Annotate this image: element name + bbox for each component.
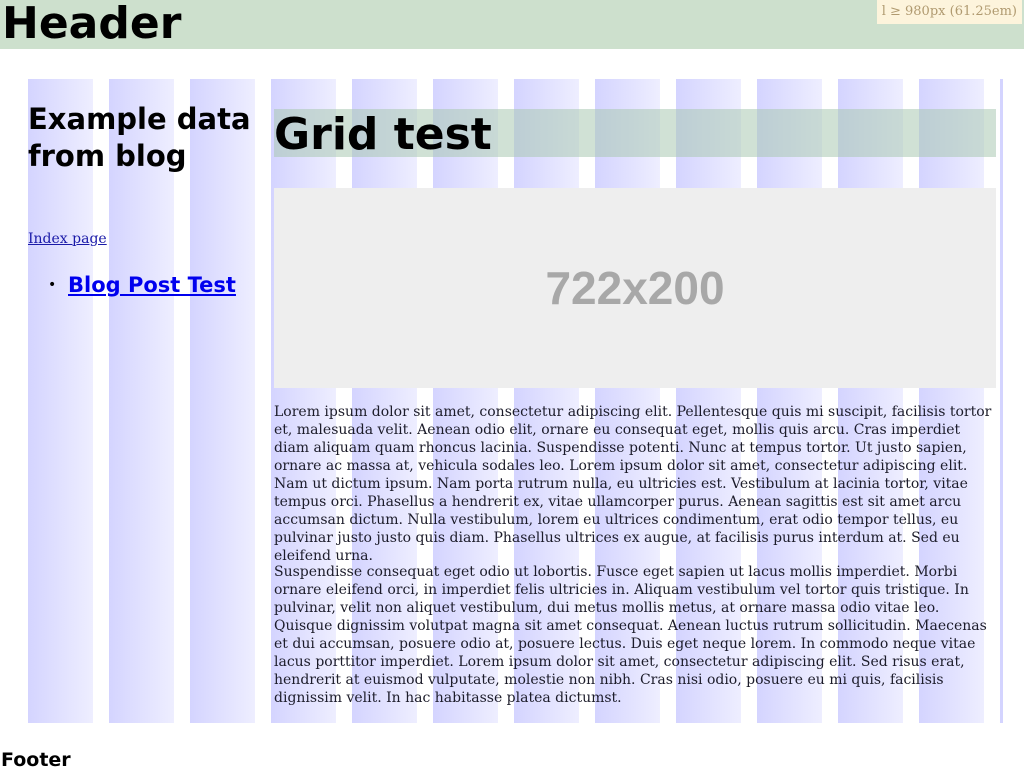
sidebar-title: Example data from blog [28, 102, 251, 173]
image-placeholder: 722x200 [274, 188, 996, 388]
body-paragraph: Lorem ipsum dolor sit amet, consectetur … [274, 404, 992, 564]
bullet-icon: • [48, 277, 57, 293]
site-header: Header l ≥ 980px (61.25em) [0, 0, 1024, 49]
header-title: Header [2, 0, 182, 49]
grid-right-edge [1000, 79, 1003, 723]
site-footer: Footer [1, 749, 71, 771]
page-title: Grid test [274, 109, 492, 160]
post-list: • Blog Post Test [28, 271, 236, 299]
image-placeholder-label: 722x200 [545, 262, 725, 314]
page: Header l ≥ 980px (61.25em) Example data … [0, 0, 1024, 773]
breakpoint-badge: l ≥ 980px (61.25em) [876, 0, 1022, 24]
blog-post-link[interactable]: Blog Post Test [68, 273, 236, 297]
list-item: • Blog Post Test [28, 271, 236, 299]
index-page-link[interactable]: Index page [28, 231, 107, 247]
grid-column [109, 79, 174, 723]
body-paragraph: Suspendisse consequat eget odio ut lobor… [274, 564, 987, 706]
grid-column [28, 79, 93, 723]
grid-column [190, 79, 255, 723]
